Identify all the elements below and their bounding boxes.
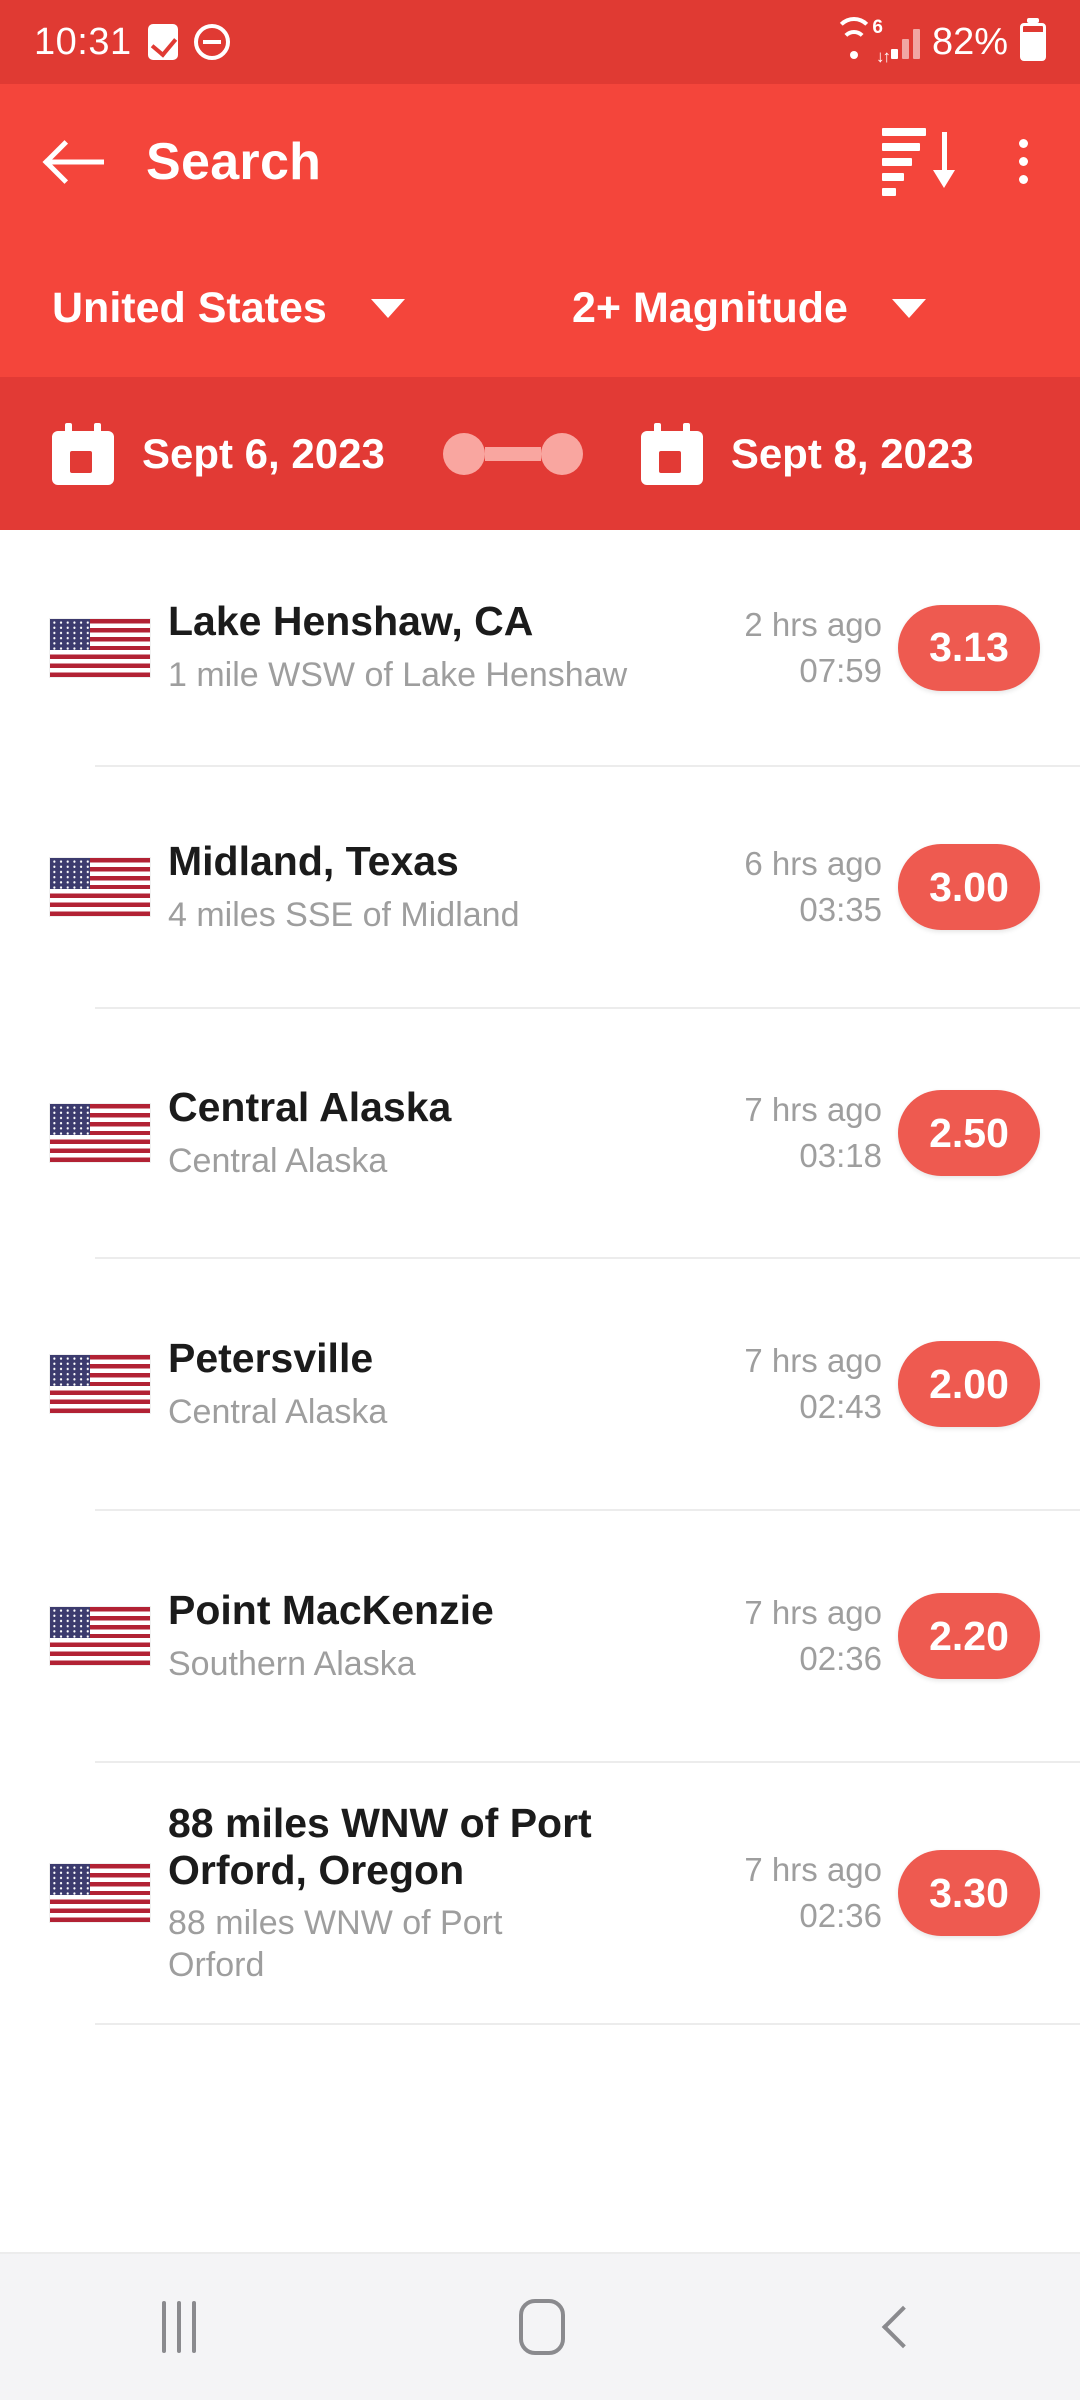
toolbar: Search <box>0 84 1080 239</box>
list-divider <box>95 2023 1080 2025</box>
earthquake-list: Lake Henshaw, CA 1 mile WSW of Lake Hens… <box>0 530 1080 2252</box>
quake-clock: 02:36 <box>799 1897 882 1934</box>
table-row[interactable]: Petersville Central Alaska 7 hrs ago 02:… <box>0 1259 1080 1509</box>
back-icon[interactable] <box>882 2305 925 2349</box>
magnitude-filter-dropdown[interactable]: 2+ Magnitude <box>572 284 926 333</box>
quake-clock: 02:43 <box>799 1388 882 1425</box>
android-nav-bar <box>0 2252 1080 2400</box>
cellular-signal-icon <box>890 25 920 59</box>
start-date-picker[interactable]: Sept 6, 2023 <box>52 422 385 485</box>
slider-track <box>484 446 541 461</box>
quake-clock: 02:36 <box>799 1640 882 1677</box>
us-flag-icon <box>44 858 156 916</box>
start-date-label: Sept 6, 2023 <box>142 429 385 477</box>
quake-subtitle: Central Alaska <box>168 1141 388 1180</box>
do-not-disturb-icon <box>193 24 230 60</box>
app-bar: Search United States 2+ Magnitude <box>0 84 1080 377</box>
quake-ago: 2 hrs ago <box>744 605 882 643</box>
quake-ago: 6 hrs ago <box>744 845 882 883</box>
quake-title: Petersville <box>168 1334 374 1381</box>
country-filter-label: United States <box>52 283 327 332</box>
quake-clock: 03:18 <box>799 1137 882 1174</box>
quake-subtitle: 88 miles WNW of Port Orford <box>168 1904 503 1984</box>
slider-thumb-end[interactable] <box>540 432 583 475</box>
slider-thumb-start[interactable] <box>442 432 485 475</box>
country-filter-dropdown[interactable]: United States <box>52 284 572 333</box>
table-row[interactable]: Lake Henshaw, CA 1 mile WSW of Lake Hens… <box>0 530 1080 765</box>
calendar-icon <box>640 422 703 485</box>
quake-subtitle: Southern Alaska <box>168 1644 416 1683</box>
quake-subtitle: Central Alaska <box>168 1392 388 1431</box>
app-root: 10:31 6 ↓↑ 82% Search United States 2+ M… <box>0 0 1080 2400</box>
quake-info: Point MacKenzie Southern Alaska <box>156 1587 688 1685</box>
us-flag-icon <box>44 1607 156 1665</box>
quake-info: Lake Henshaw, CA 1 mile WSW of Lake Hens… <box>156 598 688 696</box>
quake-info: 88 miles WNW of Port Orford, Oregon 88 m… <box>156 1800 688 1986</box>
magnitude-badge: 3.00 <box>898 844 1040 930</box>
us-flag-icon <box>44 618 156 677</box>
sort-descending-icon[interactable] <box>882 127 955 196</box>
quake-title: Midland, Texas <box>168 837 459 884</box>
back-arrow-icon[interactable] <box>48 139 104 185</box>
quake-ago: 7 hrs ago <box>744 1342 882 1380</box>
quake-time: 7 hrs ago 02:36 <box>688 1590 898 1681</box>
status-bar-left: 10:31 <box>34 21 230 64</box>
table-row[interactable]: Point MacKenzie Southern Alaska 7 hrs ag… <box>0 1511 1080 1761</box>
more-vertical-icon[interactable] <box>1015 135 1032 188</box>
quake-title: Lake Henshaw, CA <box>168 598 534 645</box>
us-flag-icon <box>44 1104 156 1162</box>
status-bar-right: 6 ↓↑ 82% <box>829 17 1046 65</box>
toolbar-actions <box>882 127 1032 196</box>
end-date-label: Sept 8, 2023 <box>730 429 974 477</box>
battery-icon <box>1020 23 1046 61</box>
quake-clock: 03:35 <box>799 891 882 928</box>
checkbox-icon <box>147 24 178 60</box>
date-range-slider[interactable] <box>442 432 583 475</box>
home-icon[interactable] <box>518 2299 565 2355</box>
magnitude-badge: 2.50 <box>898 1090 1040 1176</box>
quake-ago: 7 hrs ago <box>744 1594 882 1632</box>
table-row[interactable]: Central Alaska Central Alaska 7 hrs ago … <box>0 1009 1080 1257</box>
table-row[interactable]: 88 miles WNW of Port Orford, Oregon 88 m… <box>0 1763 1080 2023</box>
quake-title: Central Alaska <box>168 1083 452 1130</box>
us-flag-icon <box>44 1864 156 1922</box>
wifi-transfer-arrows-icon: ↓↑ <box>875 47 891 66</box>
chevron-down-icon <box>891 298 926 318</box>
date-range-row: Sept 6, 2023 Sept 8, 2023 <box>0 377 1080 530</box>
wifi-6-icon: 6 ↓↑ <box>829 17 891 65</box>
quake-time: 7 hrs ago 03:18 <box>688 1087 898 1178</box>
magnitude-badge: 2.20 <box>898 1593 1040 1679</box>
quake-subtitle: 1 mile WSW of Lake Henshaw <box>168 656 628 695</box>
quake-time: 6 hrs ago 03:35 <box>688 841 898 932</box>
wifi-generation-label: 6 <box>872 17 883 38</box>
quake-info: Midland, Texas 4 miles SSE of Midland <box>156 838 688 936</box>
status-bar: 10:31 6 ↓↑ 82% <box>0 0 1080 84</box>
calendar-icon <box>52 422 114 485</box>
quake-info: Petersville Central Alaska <box>156 1335 688 1433</box>
page-title: Search <box>146 132 322 191</box>
table-row[interactable]: Midland, Texas 4 miles SSE of Midland 6 … <box>0 767 1080 1007</box>
quake-info: Central Alaska Central Alaska <box>156 1084 688 1182</box>
battery-percent-label: 82% <box>931 20 1008 63</box>
quake-time: 7 hrs ago 02:36 <box>688 1847 898 1938</box>
quake-ago: 7 hrs ago <box>744 1851 882 1889</box>
quake-time: 7 hrs ago 02:43 <box>688 1338 898 1429</box>
magnitude-badge: 3.13 <box>898 604 1040 691</box>
chevron-down-icon <box>370 298 405 318</box>
end-date-picker[interactable]: Sept 8, 2023 <box>640 422 974 485</box>
magnitude-badge: 3.30 <box>898 1850 1040 1936</box>
magnitude-badge: 2.00 <box>898 1341 1040 1427</box>
quake-clock: 07:59 <box>799 651 882 689</box>
quake-title: 88 miles WNW of Port Orford, Oregon <box>168 1799 592 1893</box>
filter-row: United States 2+ Magnitude <box>0 239 1080 377</box>
quake-title: Point MacKenzie <box>168 1586 494 1633</box>
magnitude-filter-label: 2+ Magnitude <box>572 283 848 332</box>
quake-subtitle: 4 miles SSE of Midland <box>168 895 520 934</box>
quake-ago: 7 hrs ago <box>744 1091 882 1129</box>
quake-time: 2 hrs ago 07:59 <box>688 602 898 693</box>
us-flag-icon <box>44 1355 156 1413</box>
recents-icon[interactable] <box>161 2301 196 2353</box>
status-bar-clock: 10:31 <box>34 20 132 63</box>
